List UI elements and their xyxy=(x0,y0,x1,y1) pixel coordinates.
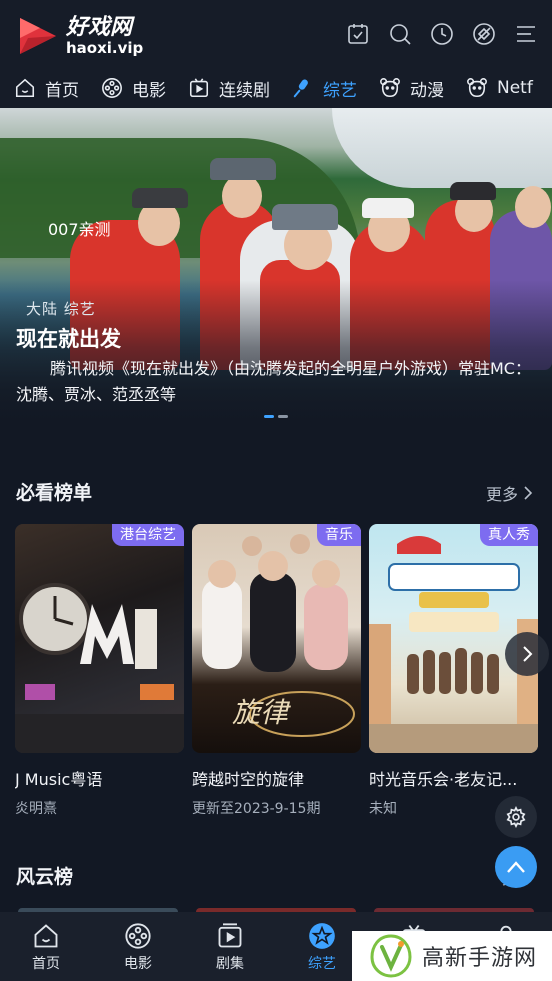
category-label: 连续剧 xyxy=(219,80,270,101)
banner-image-person xyxy=(210,158,276,180)
category-variety[interactable]: 综艺 xyxy=(292,68,357,108)
watermark-text: 高新手游网 xyxy=(422,946,538,971)
calendar-check-icon[interactable] xyxy=(346,22,370,46)
show-card[interactable]: 港台综艺 J Music粤语 炎明熹 xyxy=(15,524,184,818)
star-circle-icon xyxy=(309,923,335,949)
bottom-nav-label: 首页 xyxy=(32,956,60,972)
category-home[interactable]: 首页 xyxy=(14,68,79,108)
banner-image-person xyxy=(515,186,551,228)
category-label: 动漫 xyxy=(410,80,444,101)
chevron-right-icon xyxy=(523,646,533,662)
genre-tag: 音乐 xyxy=(317,524,361,546)
genre-tag: 港台综艺 xyxy=(112,524,184,546)
history-clock-icon[interactable] xyxy=(430,22,454,46)
banner-pagination xyxy=(264,415,288,418)
app-logo[interactable]: 好戏网 haoxi.vip xyxy=(16,14,143,58)
category-series[interactable]: 连续剧 xyxy=(188,68,270,108)
more-link-must-watch[interactable]: 更多 xyxy=(486,481,534,505)
poster-art: 旋律 xyxy=(202,534,355,737)
bottom-nav-movie[interactable]: 电影 xyxy=(92,912,184,981)
banner-image-person xyxy=(272,204,338,230)
banner-description: 腾讯视频《现在就出发》（由沈腾发起的全明星户外游戏）常驻MC：沈腾、贾冰、范丞丞… xyxy=(16,359,531,404)
show-poster[interactable]: 港台综艺 xyxy=(15,524,184,753)
search-icon[interactable] xyxy=(388,22,412,46)
bottom-nav-series[interactable]: 剧集 xyxy=(184,912,276,981)
watermark-logo-icon xyxy=(368,933,414,979)
gear-icon xyxy=(506,806,526,828)
site-watermark: 高新手游网 xyxy=(352,931,552,981)
settings-button[interactable] xyxy=(495,796,537,838)
pagination-dot-active[interactable] xyxy=(264,415,274,418)
chevron-up-icon xyxy=(507,861,525,873)
film-reel-icon xyxy=(125,923,151,949)
banner-overlay-text: 007亲测 xyxy=(48,220,111,239)
banner-image-person xyxy=(450,182,496,200)
category-movie[interactable]: 电影 xyxy=(101,68,166,108)
category-anime[interactable]: 动漫 xyxy=(379,68,444,108)
tv-play-icon xyxy=(189,78,209,98)
more-label: 更多 xyxy=(485,485,518,504)
chevron-right-icon xyxy=(524,486,533,500)
back-to-top-button[interactable] xyxy=(495,846,537,888)
show-poster[interactable]: 旋律 音乐 xyxy=(192,524,361,753)
app-header: 好戏网 haoxi.vip xyxy=(0,0,552,68)
bottom-nav-home[interactable]: 首页 xyxy=(0,912,92,981)
microphone-icon xyxy=(293,79,308,98)
home-icon xyxy=(15,78,35,98)
logo-domain: haoxi.vip xyxy=(66,39,144,57)
banner-image-person xyxy=(132,188,188,208)
must-watch-carousel: 港台综艺 J Music粤语 炎明熹 旋律 音乐 跨越时空的旋律 更新至2023… xyxy=(15,524,552,824)
banner-image-person xyxy=(222,174,262,218)
vip-ticket-icon[interactable] xyxy=(472,22,496,46)
home-icon xyxy=(34,924,58,948)
section-title-must-watch: 必看榜单 xyxy=(16,482,93,504)
show-title: 跨越时空的旋律 xyxy=(192,770,305,789)
show-subtitle: 更新至2023-9-15期 xyxy=(192,801,321,817)
poster-art xyxy=(15,583,184,753)
film-reel-icon xyxy=(102,78,122,98)
show-subtitle: 炎明熹 xyxy=(15,801,57,817)
bear-face-icon xyxy=(380,78,400,98)
tv-play-icon xyxy=(218,923,242,948)
logo-title: 好戏网 xyxy=(66,15,133,40)
bear-face-icon xyxy=(467,78,487,98)
category-netflix[interactable]: Netf xyxy=(466,68,533,108)
banner-image-sky xyxy=(332,108,552,188)
category-nav: 首页 电影 连续剧 综艺 动漫 Netf xyxy=(0,68,552,108)
category-label: 综艺 xyxy=(323,80,357,101)
bottom-nav-label: 电影 xyxy=(124,956,152,972)
show-title: 时光音乐会·老友记... xyxy=(369,770,518,789)
show-title: J Music粤语 xyxy=(15,770,103,789)
carousel-next-button[interactable] xyxy=(505,632,549,676)
category-label: 首页 xyxy=(45,80,79,101)
hero-banner[interactable]: 007亲测 大陆 综艺 现在就出发 腾讯视频《现在就出发》（由沈腾发起的全明星户… xyxy=(0,108,552,430)
menu-lines-icon[interactable] xyxy=(514,22,538,46)
banner-title: 现在就出发 xyxy=(16,327,121,351)
play-logo-icon xyxy=(16,14,60,58)
bottom-nav-label: 综艺 xyxy=(308,956,336,972)
section-title-ranking: 风云榜 xyxy=(16,866,74,888)
pagination-dot[interactable] xyxy=(278,415,288,418)
category-label: Netf xyxy=(497,78,533,98)
banner-tag: 大陆 综艺 xyxy=(26,300,96,318)
svg-text:旋律: 旋律 xyxy=(232,696,291,729)
genre-tag: 真人秀 xyxy=(480,524,538,546)
banner-image-person xyxy=(362,198,414,218)
show-card[interactable]: 旋律 音乐 跨越时空的旋律 更新至2023-9-15期 xyxy=(192,524,361,818)
bottom-nav-label: 剧集 xyxy=(216,956,244,972)
category-label: 电影 xyxy=(132,80,166,101)
